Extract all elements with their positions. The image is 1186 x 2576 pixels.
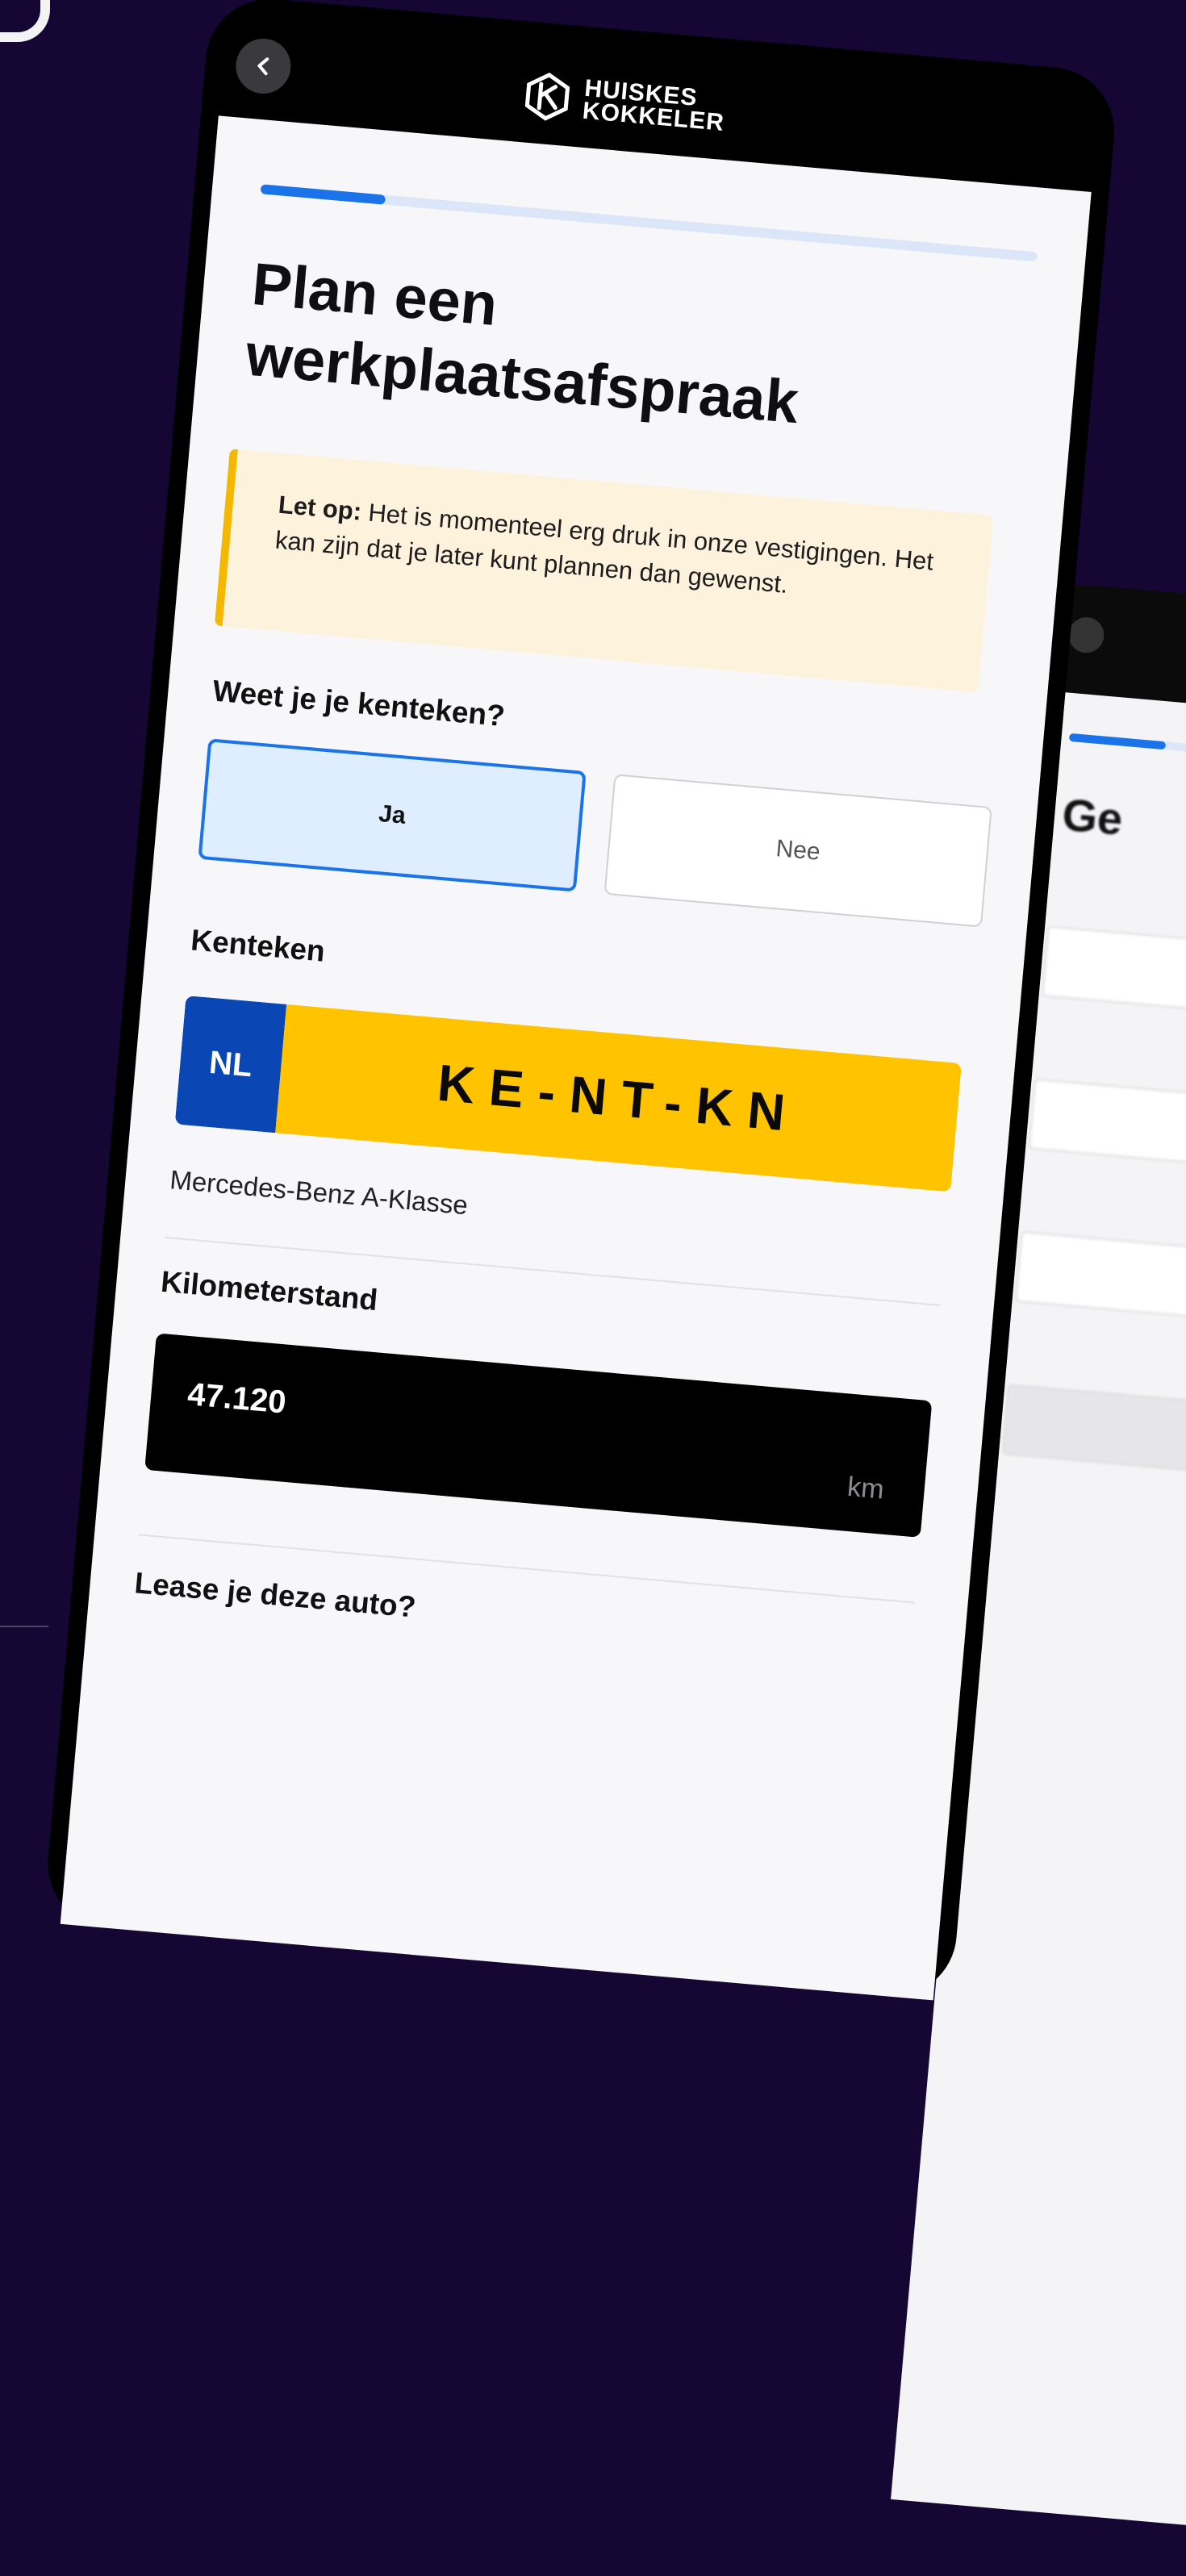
progress-bar [260,184,1038,262]
notice-label: Let op: [277,490,363,526]
notice-banner: Let op: Het is momenteel erg druk in onz… [214,449,994,693]
camera-icon [1067,616,1106,655]
progress-bar-fill [260,184,386,205]
phone-mockup: HUISKES KOKKELER Plan een werkplaatsafsp… [42,0,1120,2002]
decorative-corner-glyph [0,0,50,42]
brand-logo: HUISKES KOKKELER [520,69,728,137]
mileage-label: Kilometerstand [159,1264,379,1317]
plate-country-code: NL [174,995,287,1134]
notice-body: Het is momenteel erg druk in onze vestig… [274,497,935,599]
brand-logo-icon [524,73,570,121]
secondary-field[interactable] [1042,925,1186,1028]
secondary-page-title: Ge [1060,788,1125,845]
option-nee-button[interactable]: Nee [603,774,992,928]
car-model: Mercedes-Benz A-Klasse [169,1164,470,1221]
secondary-progress-bar [1068,733,1186,774]
notice-text: Let op: Het is momenteel erg druk in onz… [274,487,958,617]
license-plate[interactable]: NL KE-NT-KN [174,995,962,1192]
mileage-value: 47.120 [186,1376,288,1421]
option-ja-button[interactable]: Ja [198,738,587,892]
mileage-unit: km [846,1471,886,1505]
decorative-divider [0,1626,48,1627]
chevron-left-icon [257,57,269,76]
mileage-input[interactable]: 47.120 km [144,1333,933,1538]
page-title: Plan een werkplaatsafspraak [243,249,802,436]
secondary-field[interactable] [1014,1230,1186,1334]
plate-number: KE-NT-KN [275,1004,962,1192]
brand-name: HUISKES KOKKELER [582,75,728,136]
secondary-field[interactable] [1028,1078,1186,1181]
secondary-field[interactable] [1001,1384,1186,1486]
app-screen: Plan een werkplaatsafspraak Let op: Het … [60,115,1092,2001]
back-button[interactable] [233,36,294,96]
lease-question-label: Lease je deze auto? [133,1566,418,1624]
license-question-label: Weet je je kenteken? [211,674,507,733]
license-plate-label: Kenteken [189,923,327,968]
